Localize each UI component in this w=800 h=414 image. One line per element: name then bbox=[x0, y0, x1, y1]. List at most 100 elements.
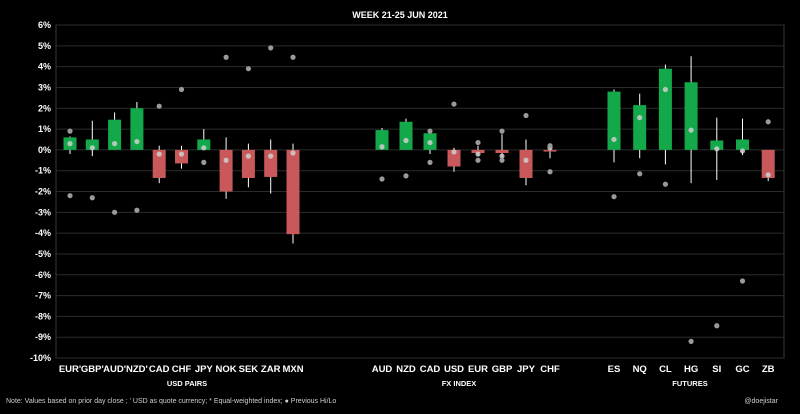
x-tick-label: AUD' bbox=[103, 364, 126, 375]
bar-body bbox=[658, 68, 672, 150]
bar-body bbox=[684, 82, 698, 150]
prev-close-marker bbox=[523, 157, 529, 163]
y-tick-label: -3% bbox=[35, 207, 51, 217]
x-tick-label: CHF bbox=[540, 364, 560, 375]
footer-handle: @doejistar bbox=[744, 398, 778, 405]
prev-close-marker bbox=[714, 146, 720, 152]
x-tick-label: ES bbox=[608, 364, 621, 375]
y-tick-label: -1% bbox=[35, 166, 51, 176]
prev-close-marker bbox=[67, 141, 73, 147]
prev-close-marker bbox=[134, 138, 140, 145]
y-tick-label: -4% bbox=[35, 228, 51, 238]
prev-close-marker bbox=[765, 172, 771, 178]
prev-low-marker bbox=[714, 323, 720, 329]
chart-background bbox=[0, 0, 800, 414]
bar-body bbox=[219, 149, 233, 192]
prev-high-marker bbox=[178, 86, 185, 93]
group-label: USD PAIRS bbox=[167, 379, 207, 388]
prev-low-marker bbox=[499, 157, 505, 163]
bar-body bbox=[286, 149, 300, 235]
prev-low-marker bbox=[379, 176, 385, 182]
prev-low-marker bbox=[112, 209, 118, 215]
x-tick-label: NZD bbox=[396, 364, 416, 375]
prev-high-marker bbox=[499, 128, 505, 134]
footer-note: Note: Values based on prior day close ; … bbox=[6, 398, 337, 405]
y-tick-label: 4% bbox=[38, 62, 51, 72]
chart: WEEK 21-25 JUN 2021 6% 5% 4% 3% 2% 1% 0% -1% -2%… bbox=[0, 0, 800, 414]
x-tick-label: SEK bbox=[239, 364, 259, 375]
prev-close-marker bbox=[611, 136, 617, 143]
prev-close-marker bbox=[178, 151, 185, 157]
y-tick-label: -9% bbox=[35, 332, 51, 342]
x-tick-label: ZAR bbox=[261, 364, 281, 375]
x-tick-label: JPY bbox=[517, 364, 536, 375]
prev-close-marker bbox=[662, 86, 669, 93]
y-tick-label: 2% bbox=[38, 103, 51, 113]
bar-body bbox=[495, 149, 509, 153]
prev-high-marker bbox=[523, 112, 529, 119]
prev-close-marker bbox=[427, 139, 433, 146]
x-tick-label: HG bbox=[684, 364, 698, 375]
prev-low-marker bbox=[403, 173, 409, 179]
prev-close-marker bbox=[89, 145, 95, 151]
prev-low-marker bbox=[134, 207, 140, 213]
x-tick-label: MXN bbox=[282, 364, 303, 375]
prev-low-marker bbox=[688, 338, 694, 344]
prev-low-marker bbox=[547, 169, 553, 175]
prev-high-marker bbox=[547, 143, 553, 149]
prev-high-marker bbox=[156, 103, 162, 109]
prev-low-marker bbox=[89, 195, 95, 201]
x-tick-label: EUR bbox=[468, 364, 488, 375]
x-tick-label: GBP bbox=[492, 364, 513, 375]
prev-low-marker bbox=[201, 159, 207, 165]
y-tick-label: 3% bbox=[38, 82, 51, 92]
prev-close-marker bbox=[290, 150, 296, 156]
prev-high-marker bbox=[268, 45, 274, 51]
prev-high-marker bbox=[451, 101, 457, 107]
x-tick-label: CL bbox=[659, 364, 672, 375]
x-tick-label: NOK bbox=[216, 364, 237, 375]
prev-high-marker bbox=[475, 139, 481, 146]
x-tick-label: NQ bbox=[633, 364, 647, 375]
prev-close-marker bbox=[201, 145, 207, 151]
prev-high-marker bbox=[223, 54, 229, 60]
y-tick-label: 1% bbox=[38, 124, 51, 134]
prev-close-marker bbox=[156, 151, 162, 157]
y-tick-label: -6% bbox=[35, 270, 51, 280]
prev-close-marker bbox=[637, 115, 643, 121]
y-tick-label: -2% bbox=[35, 187, 51, 197]
y-tick-label: 6% bbox=[38, 20, 51, 30]
prev-close-marker bbox=[475, 151, 481, 157]
prev-close-marker bbox=[379, 144, 385, 150]
x-tick-label: GC bbox=[735, 364, 749, 375]
prev-close-marker bbox=[268, 153, 274, 159]
prev-close-marker bbox=[112, 141, 118, 147]
x-tick-label: NZD' bbox=[126, 364, 148, 375]
y-tick-label: -10% bbox=[30, 353, 51, 363]
bar-body bbox=[399, 121, 413, 150]
y-tick-label: -8% bbox=[35, 311, 51, 321]
x-tick-label: USD bbox=[444, 364, 464, 375]
prev-high-marker bbox=[245, 66, 251, 72]
prev-close-marker bbox=[688, 127, 694, 133]
prev-high-marker bbox=[67, 128, 73, 134]
x-tick-label: CAD bbox=[420, 364, 441, 375]
x-tick-label: ZB bbox=[762, 364, 775, 375]
x-tick-label: CAD bbox=[149, 364, 170, 375]
x-tick-label: CHF bbox=[172, 364, 192, 375]
prev-close-marker bbox=[403, 137, 409, 144]
y-tick-label: -7% bbox=[35, 291, 51, 301]
prev-close-marker bbox=[739, 148, 746, 154]
bar-body bbox=[519, 149, 533, 178]
prev-low-marker bbox=[67, 193, 73, 199]
prev-high-marker bbox=[765, 119, 771, 125]
prev-low-marker bbox=[611, 194, 617, 200]
y-tick-label: 0% bbox=[38, 145, 51, 155]
chart-title: WEEK 21-25 JUN 2021 bbox=[352, 10, 448, 20]
group-label: FUTURES bbox=[672, 379, 707, 388]
prev-low-marker bbox=[475, 157, 481, 163]
prev-low-marker bbox=[662, 181, 669, 187]
bar-body bbox=[736, 139, 749, 150]
x-tick-label: EUR' bbox=[59, 364, 81, 375]
x-tick-label: SI bbox=[712, 364, 721, 375]
